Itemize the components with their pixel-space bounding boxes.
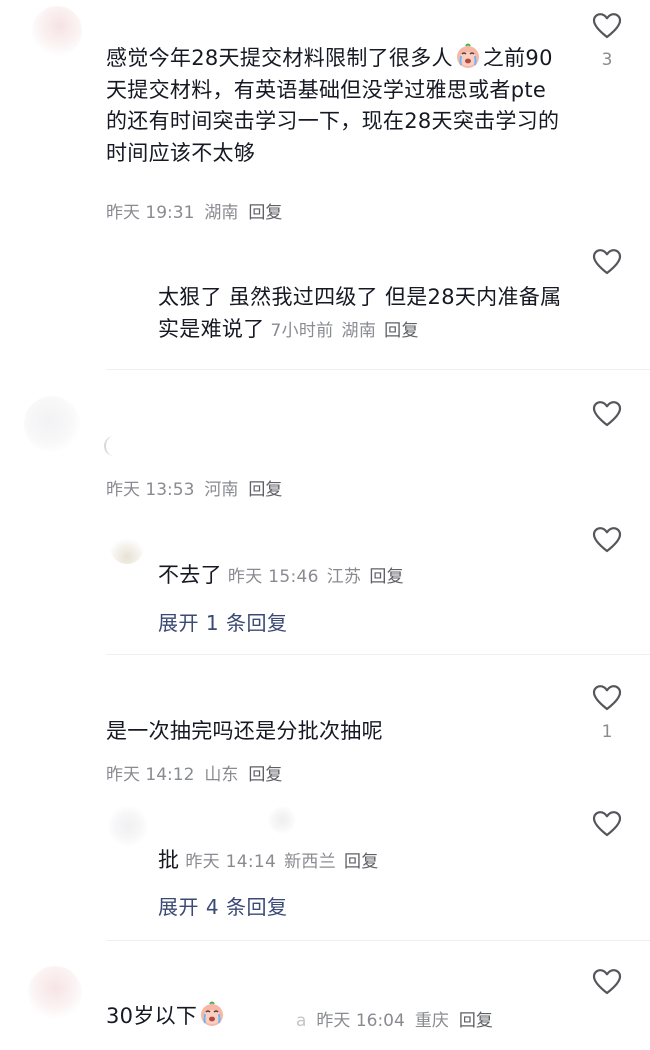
reply-meta: 7小时前 湖南 回复 bbox=[271, 321, 419, 341]
avatar[interactable] bbox=[108, 806, 148, 846]
divider bbox=[106, 940, 650, 941]
reply-time: 7小时前 bbox=[270, 320, 334, 341]
avatar[interactable] bbox=[28, 966, 82, 1020]
reply-meta: 昨天 14:14 新西兰 回复 bbox=[185, 852, 378, 872]
avatar[interactable] bbox=[110, 530, 144, 564]
like-button[interactable] bbox=[592, 684, 622, 712]
reply-meta: 昨天 15:46 江苏 回复 bbox=[228, 567, 404, 587]
reply-time: 昨天 14:14 bbox=[185, 852, 277, 872]
divider bbox=[106, 654, 650, 655]
heart-outline-icon bbox=[592, 249, 622, 275]
crying-face-icon bbox=[199, 1001, 225, 1027]
reply-button[interactable]: 回复 bbox=[459, 1011, 493, 1031]
reply-button[interactable]: 回复 bbox=[248, 480, 282, 500]
comment-time: 昨天 14:12 bbox=[106, 765, 195, 785]
comment-time: 昨天 19:31 bbox=[106, 203, 195, 223]
like-button[interactable] bbox=[592, 526, 622, 554]
reply-text: 不去了 昨天 15:46 江苏 回复 bbox=[158, 560, 568, 592]
like-button[interactable] bbox=[592, 968, 622, 996]
reply-text: 批昨天 14:14 新西兰 回复 bbox=[158, 845, 568, 877]
reply-location: 湖南 bbox=[341, 320, 377, 341]
comment-text-faded bbox=[104, 436, 124, 456]
comment-meta: 昨天 14:12 山东 回复 bbox=[106, 760, 282, 785]
heart-outline-icon bbox=[592, 13, 622, 39]
reply-button[interactable]: 回复 bbox=[344, 852, 379, 872]
heart-outline-icon bbox=[592, 811, 622, 837]
crying-face-icon bbox=[455, 43, 481, 69]
heart-outline-icon bbox=[592, 685, 622, 711]
expand-replies-button[interactable]: 展开 4 条回复 bbox=[158, 891, 287, 920]
comment-meta: 昨天 19:31 湖南 回复 bbox=[106, 198, 282, 223]
like-button[interactable] bbox=[592, 248, 622, 276]
reply-button[interactable]: 回复 bbox=[384, 321, 419, 341]
comment-location: 湖南 bbox=[204, 203, 239, 223]
like-count: 1 bbox=[601, 722, 613, 742]
avatar[interactable] bbox=[32, 6, 82, 56]
comment-meta: 昨天 13:53 河南 回复 bbox=[106, 475, 282, 500]
reply-text-content: 不去了 bbox=[158, 563, 222, 587]
reply-button[interactable]: 回复 bbox=[369, 567, 404, 587]
comment-text-part: 感觉今年28天提交材料限制了很多人 bbox=[106, 46, 453, 70]
avatar-decoration bbox=[268, 806, 296, 834]
comment-location: 重庆 bbox=[414, 1011, 449, 1031]
comment-location: 河南 bbox=[204, 480, 239, 500]
reply-text: 太狠了 虽然我过四级了 但是28天内准备属实是难说了 7小时前 湖南 回复 bbox=[158, 282, 568, 345]
reply-button[interactable]: 回复 bbox=[248, 765, 282, 785]
comment-text: 30岁以下 bbox=[106, 1001, 306, 1033]
like-button[interactable] bbox=[592, 400, 622, 428]
comment-partial-text: a bbox=[296, 1011, 307, 1031]
comment-location: 山东 bbox=[204, 765, 239, 785]
comment-text: 感觉今年28天提交材料限制了很多人 之前90天提交材料，有英语基础但没学过雅思或者… bbox=[106, 43, 566, 169]
comment-text: 是一次抽完吗还是分批次抽呢 bbox=[106, 719, 383, 743]
avatar[interactable] bbox=[24, 396, 80, 452]
reply-time: 昨天 15:46 bbox=[227, 567, 319, 587]
heart-outline-icon bbox=[592, 401, 622, 427]
reply-text-content: 批 bbox=[158, 848, 180, 872]
divider bbox=[106, 369, 650, 370]
like-button[interactable] bbox=[592, 810, 622, 838]
heart-outline-icon bbox=[592, 527, 622, 553]
like-count: 3 bbox=[601, 50, 613, 70]
like-button[interactable] bbox=[592, 12, 622, 40]
comment-text-content: 30岁以下 bbox=[106, 1004, 198, 1028]
heart-outline-icon bbox=[592, 969, 622, 995]
reply-location: 新西兰 bbox=[284, 852, 337, 872]
expand-replies-button[interactable]: 展开 1 条回复 bbox=[158, 607, 287, 636]
reply-button[interactable]: 回复 bbox=[248, 203, 282, 223]
reply-location: 江苏 bbox=[326, 567, 362, 587]
comment-time: 昨天 16:04 bbox=[316, 1011, 405, 1031]
comment-meta: a 昨天 16:04 重庆 回复 bbox=[296, 1006, 493, 1031]
comment-time: 昨天 13:53 bbox=[106, 480, 195, 500]
